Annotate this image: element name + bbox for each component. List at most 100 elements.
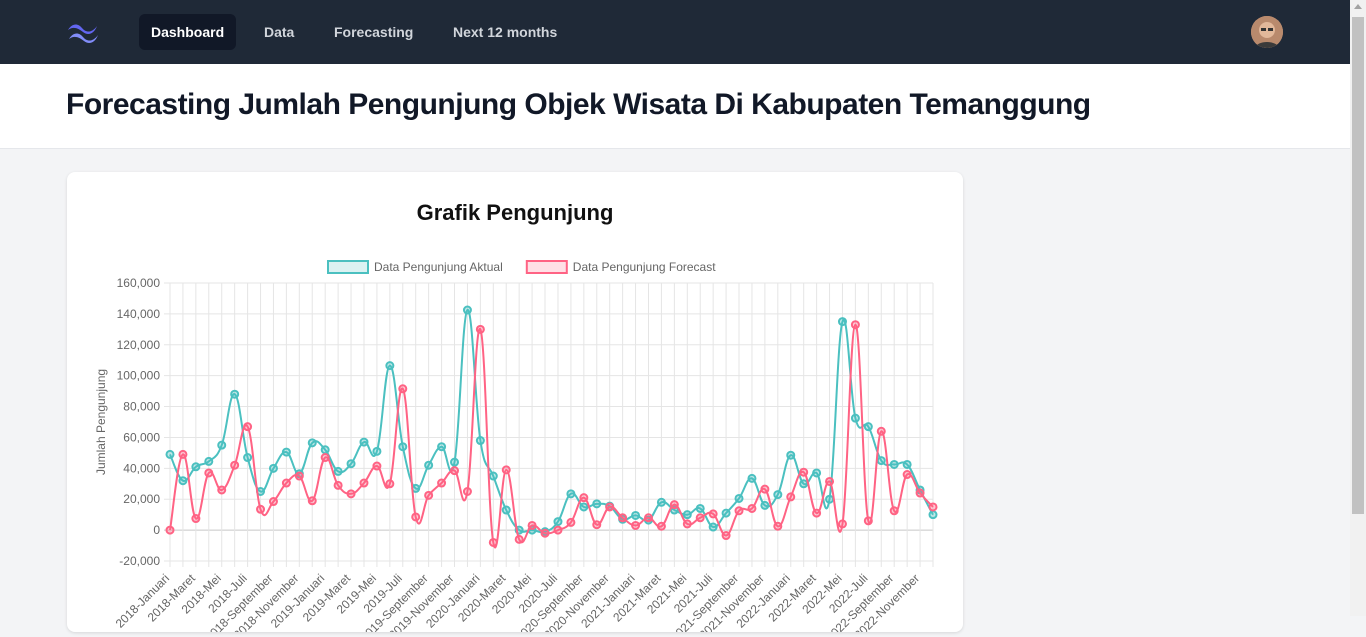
- data-point-0: [243, 453, 253, 463]
- page-title: Forecasting Jumlah Pengunjung Objek Wisa…: [66, 88, 1091, 121]
- data-point-1: [217, 485, 227, 495]
- data-point-1: [411, 512, 421, 522]
- y-tick-label: 0: [153, 523, 160, 537]
- data-point-0: [682, 510, 692, 520]
- y-tick-label: 60,000: [123, 430, 160, 444]
- data-point-0: [320, 445, 330, 455]
- data-point-1: [243, 422, 253, 432]
- data-point-0: [307, 438, 317, 448]
- data-point-1: [178, 449, 188, 459]
- data-point-1: [747, 503, 757, 513]
- data-point-1: [799, 467, 809, 477]
- data-point-1: [837, 519, 847, 529]
- data-point-0: [902, 459, 912, 469]
- data-point-0: [450, 457, 460, 467]
- data-point-1: [281, 478, 291, 488]
- top-navbar: Dashboard Data Forecasting Next 12 month…: [0, 0, 1350, 64]
- data-point-0: [786, 450, 796, 460]
- data-point-1: [760, 484, 770, 494]
- nav-forecasting[interactable]: Forecasting: [322, 14, 425, 50]
- data-point-0: [385, 361, 395, 371]
- data-point-0: [734, 493, 744, 503]
- data-point-0: [398, 442, 408, 452]
- data-point-1: [450, 466, 460, 476]
- nav-data[interactable]: Data: [252, 14, 306, 50]
- data-point-0: [437, 442, 447, 452]
- data-point-1: [618, 513, 628, 523]
- data-point-1: [902, 470, 912, 480]
- data-point-0: [191, 462, 201, 472]
- data-point-1: [475, 324, 485, 334]
- data-point-0: [812, 468, 822, 478]
- nav-dashboard[interactable]: Dashboard: [139, 14, 237, 50]
- y-axis-title: Jumlah Pengunjung: [94, 369, 108, 475]
- data-point-1: [592, 520, 602, 530]
- data-point-1: [605, 502, 615, 512]
- data-point-1: [682, 519, 692, 529]
- data-point-1: [359, 478, 369, 488]
- data-point-1: [721, 531, 731, 541]
- data-point-0: [165, 449, 175, 459]
- legend-swatch-0: [327, 260, 369, 274]
- data-point-1: [656, 521, 666, 531]
- data-point-0: [488, 471, 498, 481]
- data-point-0: [876, 456, 886, 466]
- scrollbar-thumb[interactable]: [1352, 17, 1364, 514]
- data-point-0: [889, 459, 899, 469]
- data-point-0: [553, 517, 563, 527]
- data-point-1: [204, 468, 214, 478]
- data-point-1: [773, 521, 783, 531]
- data-point-0: [217, 440, 227, 450]
- legend-label-0: Data Pengunjung Aktual: [374, 260, 503, 274]
- nav-next-12-months[interactable]: Next 12 months: [441, 14, 569, 50]
- data-point-1: [566, 517, 576, 527]
- data-point-1: [695, 513, 705, 523]
- data-point-0: [747, 473, 757, 483]
- data-point-1: [579, 493, 589, 503]
- scroll-up-arrow-icon[interactable]: [1354, 4, 1362, 9]
- data-point-1: [527, 520, 537, 530]
- data-point-1: [514, 534, 524, 544]
- data-point-0: [837, 317, 847, 327]
- data-point-0: [656, 497, 666, 507]
- data-point-1: [863, 516, 873, 526]
- data-point-1: [889, 506, 899, 516]
- data-point-1: [553, 525, 563, 535]
- data-point-1: [230, 460, 240, 470]
- data-point-0: [359, 437, 369, 447]
- y-tick-label: 100,000: [117, 369, 161, 383]
- data-point-1: [825, 476, 835, 486]
- data-point-0: [721, 508, 731, 518]
- data-point-0: [372, 446, 382, 456]
- data-point-0: [579, 502, 589, 512]
- data-point-1: [398, 384, 408, 394]
- data-point-1: [424, 490, 434, 500]
- data-point-0: [424, 460, 434, 470]
- user-avatar[interactable]: [1251, 16, 1283, 48]
- data-point-0: [566, 489, 576, 499]
- data-point-0: [230, 389, 240, 399]
- avatar-icon: [1251, 16, 1283, 48]
- y-tick-label: 160,000: [117, 276, 161, 290]
- data-point-1: [385, 479, 395, 489]
- chart-card: Grafik Pengunjung Data Pengunjung Aktual D…: [67, 172, 963, 637]
- data-point-1: [734, 506, 744, 516]
- y-tick-label: 20,000: [123, 492, 160, 506]
- data-point-1: [346, 489, 356, 499]
- data-point-1: [372, 461, 382, 471]
- data-point-0: [281, 447, 291, 457]
- data-point-1: [708, 509, 718, 519]
- data-point-1: [191, 514, 201, 524]
- data-point-0: [799, 479, 809, 489]
- data-point-1: [256, 504, 266, 514]
- data-point-1: [307, 496, 317, 506]
- data-point-0: [708, 522, 718, 532]
- data-point-0: [773, 490, 783, 500]
- data-point-1: [333, 480, 343, 490]
- y-tick-label: 140,000: [117, 307, 161, 321]
- data-point-1: [501, 465, 511, 475]
- data-point-1: [812, 508, 822, 518]
- data-point-1: [915, 488, 925, 498]
- tailwind-logo-icon[interactable]: [66, 20, 100, 44]
- data-point-0: [928, 510, 938, 520]
